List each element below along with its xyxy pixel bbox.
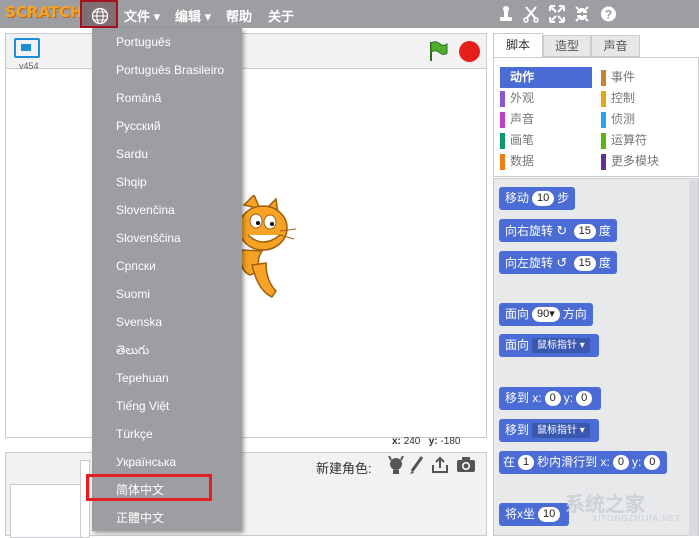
- language-option[interactable]: Українська: [92, 448, 242, 476]
- svg-text:?: ?: [605, 8, 612, 22]
- language-option[interactable]: Suomi: [92, 280, 242, 308]
- target-dropdown[interactable]: 鼠标指针 ▾: [532, 338, 590, 354]
- category-sound[interactable]: 声音: [500, 109, 534, 130]
- degrees-input[interactable]: 15: [573, 256, 596, 272]
- rotate-counterclockwise-icon: ↺: [556, 255, 568, 270]
- direction-input[interactable]: 90▾: [532, 307, 560, 323]
- language-option[interactable]: Sardu: [92, 140, 242, 168]
- tab-costumes[interactable]: 造型: [543, 35, 591, 57]
- grow-icon[interactable]: [549, 5, 565, 23]
- category-color-swatch: [601, 111, 606, 128]
- target-dropdown[interactable]: 鼠标指针 ▾: [532, 423, 590, 439]
- presentation-mode-button[interactable]: [14, 38, 40, 58]
- category-color-swatch: [500, 69, 505, 86]
- y-input[interactable]: 0: [644, 455, 661, 471]
- x-input[interactable]: 0: [612, 455, 629, 471]
- x-input[interactable]: 0: [544, 391, 561, 407]
- block-goto[interactable]: 移到 鼠标指针 ▾: [499, 419, 599, 442]
- blocks-scrollbar[interactable]: [689, 180, 698, 536]
- category-more-blocks[interactable]: 更多模块: [601, 151, 659, 172]
- globe-icon: [91, 7, 109, 25]
- language-option[interactable]: Português Brasileiro: [92, 56, 242, 84]
- menu-file[interactable]: 文件 ▾: [124, 6, 160, 25]
- degrees-input[interactable]: 15: [573, 224, 596, 240]
- stage-thumbnail[interactable]: [10, 484, 82, 538]
- category-sensing[interactable]: 侦测: [601, 109, 635, 130]
- delete-cut-icon[interactable]: [523, 5, 539, 23]
- category-color-swatch: [500, 90, 505, 107]
- category-color-swatch: [500, 153, 505, 170]
- language-option[interactable]: Српски: [92, 252, 242, 280]
- block-turn-left[interactable]: 向左旋转 ↺ 15 度: [499, 251, 617, 274]
- category-color-swatch: [601, 90, 606, 107]
- y-input[interactable]: 0: [576, 391, 593, 407]
- category-pen[interactable]: 画笔: [500, 130, 534, 151]
- block-turn-right[interactable]: 向右旋转 ↻ 15 度: [499, 219, 617, 242]
- menu-edit[interactable]: 编辑 ▾: [175, 6, 211, 25]
- language-button[interactable]: [80, 0, 118, 28]
- choose-sprite-icon[interactable]: [387, 456, 405, 474]
- language-option[interactable]: Tiếng Việt: [92, 392, 242, 420]
- new-sprite-label: 新建角色:: [316, 461, 372, 476]
- block-glide[interactable]: 在 1 秒内滑行到 x: 0 y: 0: [499, 451, 668, 474]
- shrink-icon[interactable]: [574, 5, 590, 23]
- green-flag-icon[interactable]: [428, 40, 448, 62]
- version-label: v454: [19, 61, 39, 71]
- rotate-clockwise-icon: ↻: [556, 223, 568, 238]
- language-option[interactable]: తెలుగు: [92, 336, 242, 364]
- category-color-swatch: [601, 69, 606, 86]
- language-option[interactable]: Tepehuan: [92, 364, 242, 392]
- seconds-input[interactable]: 1: [518, 455, 535, 471]
- block-move-steps[interactable]: 移动 10 步: [499, 187, 576, 210]
- category-color-swatch: [601, 132, 606, 149]
- watermark-subtext: XITONGZHIJIA.NET: [592, 514, 682, 523]
- language-option[interactable]: 正體中文: [92, 504, 242, 532]
- upload-sprite-icon[interactable]: [431, 456, 449, 474]
- language-option[interactable]: Русский: [92, 112, 242, 140]
- mouse-coordinates: x: 240 y: -180: [392, 436, 461, 447]
- dropdown-caret: [161, 21, 173, 28]
- block-point-in-direction[interactable]: 面向 90▾ 方向: [499, 303, 593, 326]
- language-option[interactable]: Slovenščina: [92, 224, 242, 252]
- language-option[interactable]: Slovenčina: [92, 196, 242, 224]
- selection-highlight-box: [86, 474, 212, 501]
- language-option[interactable]: Shqip: [92, 168, 242, 196]
- steps-input[interactable]: 10: [532, 191, 555, 207]
- category-color-swatch: [500, 111, 505, 128]
- paint-sprite-icon[interactable]: [409, 456, 425, 474]
- language-option[interactable]: Türkçe: [92, 420, 242, 448]
- block-change-x[interactable]: 将x坐 10: [499, 503, 570, 526]
- menu-help[interactable]: 帮助: [226, 6, 252, 25]
- category-events[interactable]: 事件: [601, 67, 635, 88]
- watermark: 系统之家: [565, 494, 645, 516]
- category-control[interactable]: 控制: [601, 88, 635, 109]
- block-goto-xy[interactable]: 移到 x: 0 y: 0: [499, 387, 602, 410]
- tab-scripts[interactable]: 脚本: [493, 33, 543, 57]
- help-icon[interactable]: ?: [600, 5, 617, 23]
- category-color-swatch: [601, 153, 606, 170]
- language-option[interactable]: Português: [92, 28, 242, 56]
- stage-header: [5, 33, 487, 69]
- category-looks[interactable]: 外观: [500, 88, 534, 109]
- camera-sprite-icon[interactable]: [456, 457, 476, 473]
- category-motion[interactable]: 动作: [500, 67, 592, 88]
- language-option[interactable]: Română: [92, 84, 242, 112]
- stop-button[interactable]: [459, 41, 480, 62]
- language-option[interactable]: Svenska: [92, 308, 242, 336]
- category-color-swatch: [500, 132, 505, 149]
- scratch-logo[interactable]: SCRATCH: [5, 3, 83, 21]
- change-input[interactable]: 10: [538, 507, 561, 523]
- duplicate-stamp-icon[interactable]: [498, 5, 514, 23]
- category-operators[interactable]: 运算符: [601, 130, 647, 151]
- block-point-towards[interactable]: 面向 鼠标指针 ▾: [499, 334, 599, 357]
- menu-about[interactable]: 关于: [268, 6, 294, 25]
- tab-sounds[interactable]: 声音: [591, 35, 640, 57]
- category-data[interactable]: 数据: [500, 151, 534, 172]
